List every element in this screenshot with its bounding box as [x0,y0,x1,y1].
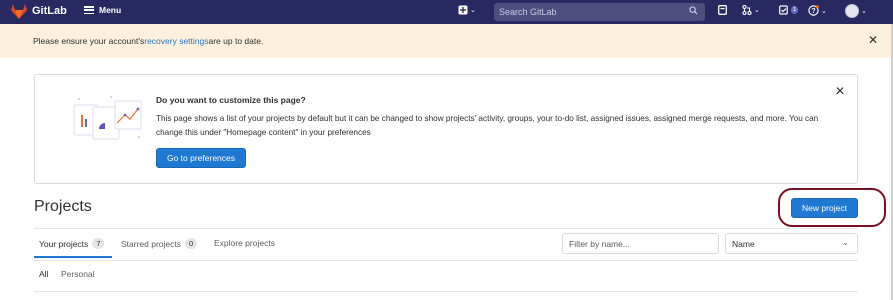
menu-button[interactable]: Menu [84,5,121,15]
divider [34,291,858,292]
search-icon [689,6,698,15]
chevron-down-icon: ⌄ [861,8,867,15]
filter-by-name-input[interactable]: Filter by name... [562,233,719,254]
go-to-preferences-button[interactable]: Go to preferences [156,148,246,168]
hamburger-icon [84,6,94,14]
todo-checkbox-icon [779,5,788,15]
recovery-settings-link[interactable]: recovery settings [144,36,208,46]
new-project-button[interactable]: New project [791,198,858,218]
tab-explore-projects[interactable]: Explore projects [214,238,275,248]
sort-value: Name [732,239,755,249]
count-badge: 0 [185,238,198,249]
merge-requests-button[interactable]: ⌄ [742,5,760,15]
count-badge: 7 [92,238,105,249]
page-title: Projects [34,198,92,215]
divider [34,228,858,229]
tab-label: Starred projects [121,238,181,249]
close-icon[interactable]: ✕ [868,34,878,46]
plus-square-icon [458,5,468,15]
divider [34,260,858,261]
subtab-personal[interactable]: Personal [61,269,95,279]
create-new-button[interactable]: ⌄ [458,5,476,15]
brand-name[interactable]: GitLab [32,5,67,17]
merge-request-icon [742,5,752,15]
gitlab-logo-icon[interactable] [11,4,27,19]
top-navbar: GitLab Menu ⌄ Search GitLab ⌄ 1 ? ⌄ ⌄ [0,0,893,24]
tab-starred-projects[interactable]: Starred projects 0 [121,238,198,249]
todo-count-badge: 1 [791,6,799,14]
svg-text:?: ? [811,8,815,15]
chevron-down-icon: ⌄ [470,7,476,14]
search-placeholder: Search GitLab [499,7,557,17]
help-button[interactable]: ? ⌄ [808,5,827,16]
help-icon: ? [808,5,819,16]
subtab-all[interactable]: All [39,269,48,279]
customize-illustration-icon [73,96,142,140]
menu-label: Menu [99,5,122,15]
recovery-settings-alert: Please ensure your account's recovery se… [0,24,893,58]
issues-button[interactable] [718,5,727,15]
issues-icon [718,5,727,15]
search-input[interactable]: Search GitLab [494,3,705,21]
customize-homepage-card: Do you want to customize this page? This… [34,74,858,184]
alert-text-before: Please ensure your account's [33,36,145,46]
alert-text-after: are up to date. [208,36,264,46]
active-tab-indicator [34,256,112,258]
chevron-down-icon: ⌄ [754,7,760,14]
tab-your-projects[interactable]: Your projects 7 [39,238,105,249]
card-title: Do you want to customize this page? [156,95,306,105]
card-body: This page shows a list of your projects … [156,114,819,137]
avatar [845,4,859,18]
todos-button[interactable]: 1 [779,5,799,15]
chevron-down-icon: ⌄ [821,7,827,15]
close-icon[interactable]: ✕ [835,85,845,97]
tab-label: Explore projects [214,238,275,248]
filter-placeholder: Filter by name... [569,239,630,249]
sort-dropdown[interactable]: Name ⌄ [725,233,858,254]
tab-label: Your projects [39,238,89,249]
user-menu-button[interactable]: ⌄ [845,4,867,18]
chevron-down-icon: ⌄ [842,238,849,247]
